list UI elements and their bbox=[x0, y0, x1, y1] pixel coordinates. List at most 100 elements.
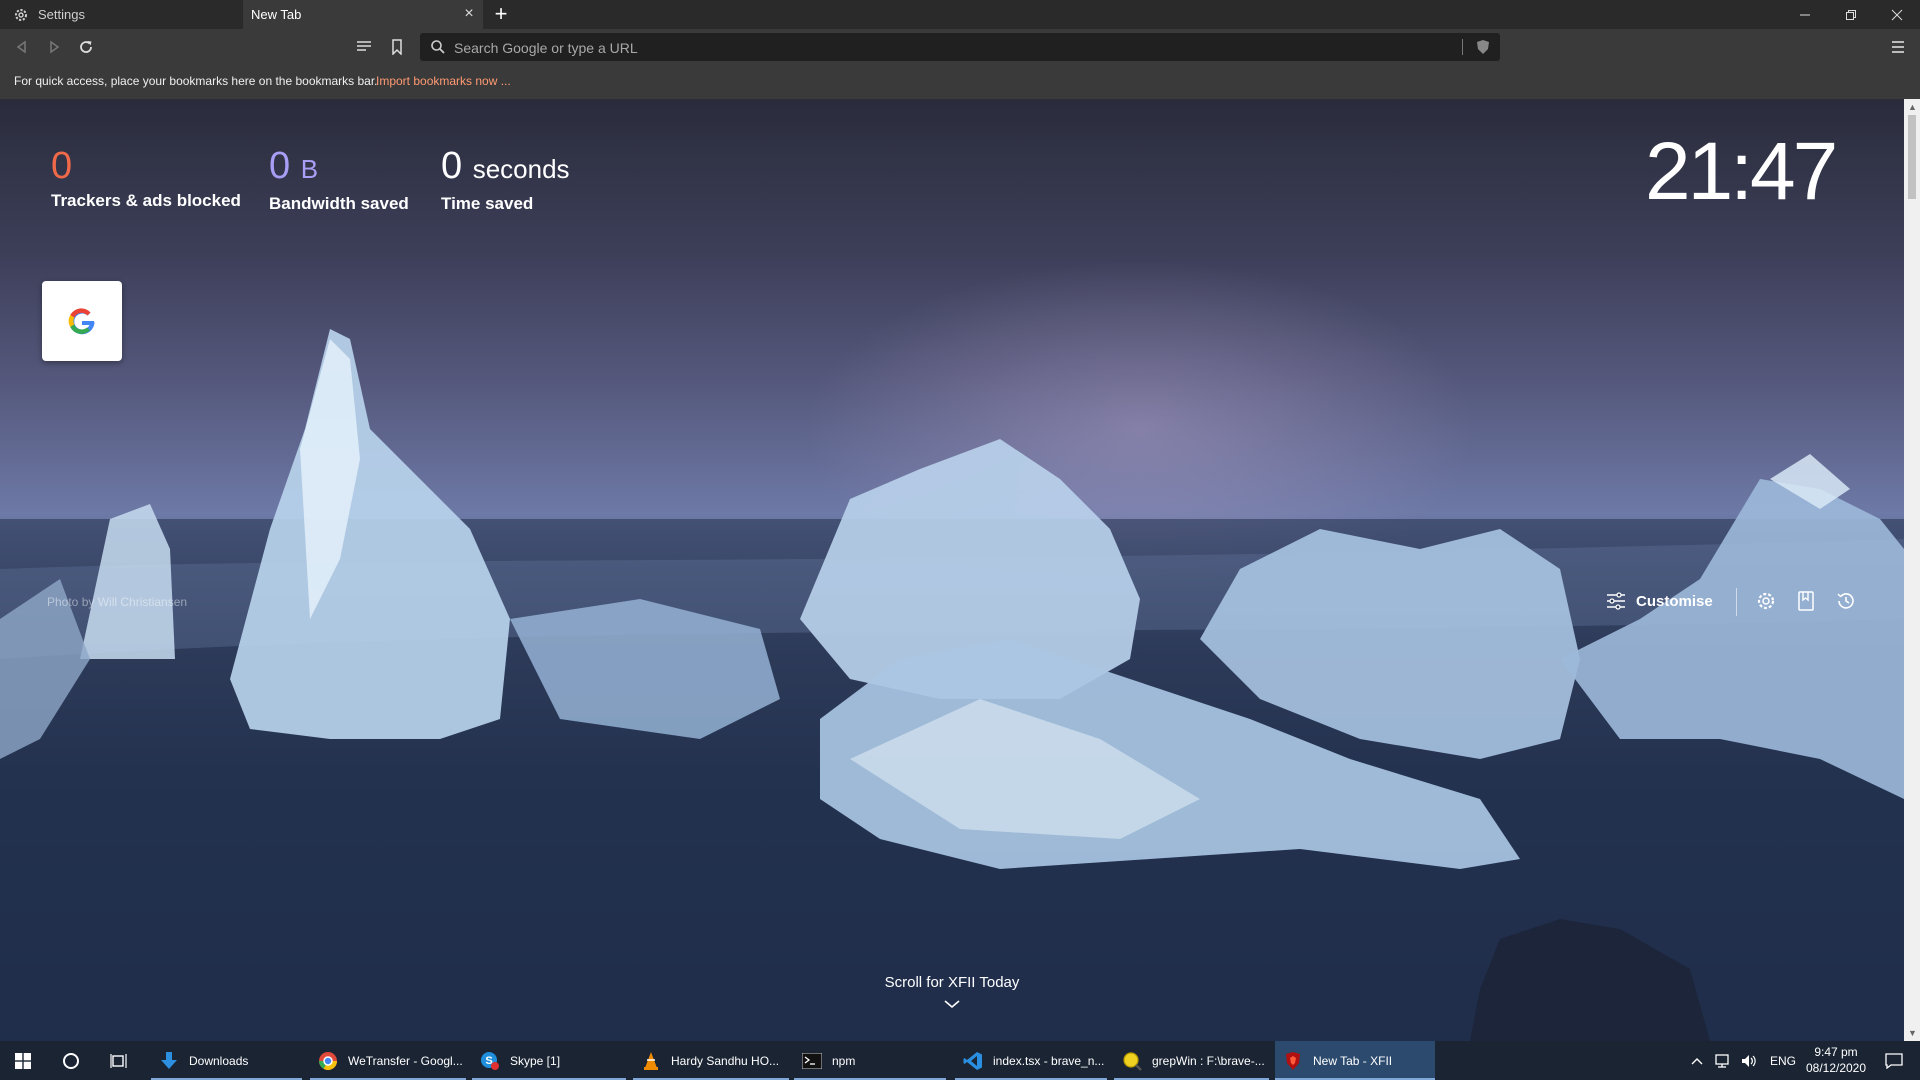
scroll-hint[interactable]: Scroll for XFII Today bbox=[0, 974, 1904, 991]
tray-date: 08/12/2020 bbox=[1805, 1061, 1867, 1075]
stat-label: Time saved bbox=[441, 194, 534, 213]
task-view-button[interactable] bbox=[96, 1041, 142, 1080]
history-button[interactable] bbox=[1835, 590, 1857, 612]
restore-icon bbox=[1846, 9, 1856, 20]
bookmarks-button[interactable] bbox=[1795, 590, 1817, 612]
reload-button[interactable] bbox=[76, 37, 96, 57]
reload-icon bbox=[80, 41, 92, 53]
customise-button[interactable]: Customise bbox=[1606, 590, 1713, 612]
task-view-icon bbox=[110, 1053, 127, 1068]
google-icon bbox=[68, 308, 95, 335]
close-window-button[interactable] bbox=[1874, 0, 1920, 29]
vlc-icon bbox=[641, 1051, 661, 1071]
minimize-icon bbox=[1800, 14, 1810, 15]
start-button[interactable] bbox=[0, 1041, 46, 1080]
cortana-circle-icon bbox=[63, 1052, 79, 1069]
brave-icon bbox=[1283, 1051, 1303, 1071]
stat-value: 0 bbox=[269, 145, 291, 187]
tab-label: Settings bbox=[38, 7, 85, 22]
stat-value: 0 bbox=[441, 145, 463, 187]
bookmark-button[interactable] bbox=[387, 37, 407, 57]
close-tab-icon[interactable]: × bbox=[461, 6, 477, 22]
reading-list-icon bbox=[357, 41, 371, 51]
brave-shield-icon[interactable] bbox=[1476, 39, 1490, 55]
taskbar-item-downloads[interactable]: Downloads bbox=[151, 1041, 302, 1080]
system-tray: ENG bbox=[1690, 1041, 1796, 1080]
scrollbar-thumb[interactable] bbox=[1908, 115, 1916, 199]
scroll-down-arrow[interactable]: ▼ bbox=[1908, 1029, 1917, 1038]
bookmarks-icon bbox=[1798, 591, 1814, 611]
stat-unit: B bbox=[300, 154, 319, 184]
sliders-icon bbox=[1607, 592, 1625, 610]
tab-strip: Settings New Tab × + bbox=[0, 0, 1920, 29]
download-arrow-icon bbox=[159, 1051, 179, 1071]
menu-button[interactable] bbox=[1888, 37, 1908, 57]
taskbar-item-label: Downloads bbox=[189, 1053, 249, 1068]
stat-trackers-blocked: 0 Trackers & ads blocked bbox=[51, 145, 241, 211]
network-icon[interactable] bbox=[1714, 1053, 1732, 1069]
restore-button[interactable] bbox=[1828, 0, 1874, 29]
import-bookmarks-link[interactable]: Import bookmarks now ... bbox=[376, 74, 511, 88]
minimize-button[interactable] bbox=[1782, 0, 1828, 29]
language-indicator[interactable]: ENG bbox=[1770, 1054, 1796, 1068]
terminal-icon bbox=[802, 1051, 822, 1071]
top-site-tile-google[interactable] bbox=[42, 281, 122, 361]
cortana-button[interactable] bbox=[48, 1041, 94, 1080]
taskbar-item-new-tab[interactable]: New Tab - XFII bbox=[1275, 1041, 1435, 1080]
taskbar-item-label: index.tsx - brave_n... bbox=[993, 1053, 1105, 1068]
background-photo bbox=[0, 329, 1904, 1041]
stat-label: Bandwidth saved bbox=[269, 194, 409, 213]
chevron-down-icon[interactable] bbox=[943, 999, 961, 1009]
taskbar-item-wetransfer[interactable]: WeTransfer - Googl... bbox=[310, 1041, 466, 1080]
taskbar-item-label: New Tab - XFII bbox=[1313, 1053, 1393, 1068]
bookmarks-bar: For quick access, place your bookmarks h… bbox=[0, 66, 1920, 99]
close-icon bbox=[1891, 9, 1903, 20]
new-tab-page: 0 Trackers & ads blocked 0 B Bandwidth s… bbox=[0, 99, 1904, 1041]
taskbar-item-label: grepWin : F:\brave-... bbox=[1152, 1053, 1265, 1068]
stat-time-saved: 0 seconds Time saved bbox=[441, 145, 570, 214]
controls-divider bbox=[1736, 588, 1737, 616]
forward-button[interactable] bbox=[44, 37, 64, 57]
stat-bandwidth-saved: 0 B Bandwidth saved bbox=[269, 145, 409, 214]
taskbar-item-label: Hardy Sandhu HO... bbox=[671, 1053, 780, 1068]
vscode-icon bbox=[963, 1051, 983, 1071]
scroll-up-arrow[interactable]: ▲ bbox=[1908, 103, 1917, 112]
notifications-button[interactable] bbox=[1874, 1041, 1914, 1080]
reading-list-button[interactable] bbox=[354, 37, 374, 57]
browser-toolbar bbox=[0, 29, 1920, 66]
back-arrow-icon bbox=[16, 40, 26, 54]
stat-value: 0 bbox=[51, 145, 73, 187]
bookmark-icon bbox=[392, 39, 402, 55]
bookmarks-bar-message: For quick access, place your bookmarks h… bbox=[14, 74, 378, 88]
clock-datetime[interactable]: 9:47 pm 08/12/2020 bbox=[1800, 1044, 1872, 1076]
stat-unit: seconds bbox=[472, 154, 570, 184]
volume-icon[interactable] bbox=[1740, 1053, 1758, 1069]
new-tab-button[interactable]: + bbox=[490, 3, 512, 25]
page-scrollbar[interactable]: ▲ ▼ bbox=[1904, 99, 1920, 1041]
settings-button[interactable] bbox=[1755, 590, 1777, 612]
notification-bubble-icon bbox=[1885, 1052, 1903, 1069]
tab-label: New Tab bbox=[251, 7, 302, 22]
tab-new-tab[interactable]: New Tab × bbox=[243, 0, 483, 29]
back-button[interactable] bbox=[12, 37, 32, 57]
taskbar-item-label: npm bbox=[832, 1053, 856, 1068]
chrome-icon bbox=[318, 1051, 338, 1071]
stat-label: Trackers & ads blocked bbox=[51, 191, 241, 210]
taskbar-item-vscode[interactable]: index.tsx - brave_n... bbox=[955, 1041, 1107, 1080]
address-bar-divider bbox=[1462, 39, 1463, 55]
taskbar-item-npm[interactable]: npm bbox=[794, 1041, 946, 1080]
taskbar-item-grepwin[interactable]: grepWin : F:\brave-... bbox=[1114, 1041, 1269, 1080]
taskbar-item-label: Skype [1] bbox=[510, 1053, 561, 1068]
search-input[interactable] bbox=[452, 33, 1456, 63]
taskbar-item-skype[interactable]: S Skype [1] bbox=[472, 1041, 626, 1080]
tray-time: 9:47 pm bbox=[1814, 1045, 1858, 1059]
taskbar-item-vlc[interactable]: Hardy Sandhu HO... bbox=[633, 1041, 789, 1080]
address-bar[interactable] bbox=[420, 33, 1500, 63]
tab-settings[interactable]: Settings bbox=[0, 0, 243, 29]
taskbar-item-label: WeTransfer - Googl... bbox=[348, 1053, 463, 1068]
grepwin-icon bbox=[1122, 1051, 1142, 1071]
chevron-up-icon[interactable] bbox=[1690, 1056, 1704, 1066]
search-icon bbox=[431, 40, 445, 54]
clock: 21:47 bbox=[1645, 126, 1838, 217]
forward-arrow-icon bbox=[50, 40, 60, 54]
